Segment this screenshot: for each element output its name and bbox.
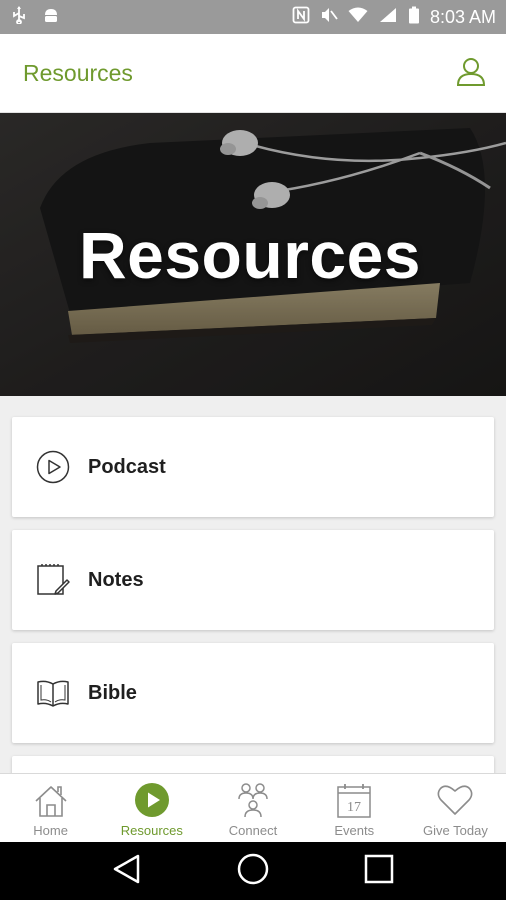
play-circle-icon (132, 780, 172, 820)
list-item-bible[interactable]: Bible (12, 643, 494, 743)
wifi-icon (348, 6, 368, 29)
calendar-icon: 17 (334, 780, 374, 820)
android-icon (42, 6, 60, 29)
tab-events[interactable]: 17 Events (304, 774, 405, 842)
mute-icon (320, 6, 338, 29)
list-item-podcast[interactable]: Podcast (12, 417, 494, 517)
status-left-icons (10, 5, 60, 29)
hero-title: Resources (78, 217, 421, 292)
person-icon (455, 55, 487, 92)
heart-icon (435, 780, 475, 820)
clock: 8:03 AM (429, 6, 496, 27)
battery-icon (408, 6, 420, 29)
tab-connect[interactable]: Connect (202, 774, 303, 842)
tab-resources[interactable]: Resources (101, 774, 202, 842)
hero-banner: Resources (0, 113, 506, 396)
tab-home[interactable]: Home (0, 774, 101, 842)
home-circle-icon (236, 852, 270, 891)
tab-label: Resources (120, 823, 183, 838)
recents-square-icon (363, 853, 395, 890)
app-screen: 8:03 AM Resources Resources Podcast Note… (0, 0, 506, 900)
bottom-tab-bar: Home Resources Connect 17 Events Give To… (0, 773, 506, 842)
list-item-label: Notes (88, 568, 144, 591)
usb-icon (10, 5, 28, 29)
back-button[interactable] (105, 849, 149, 893)
list-item-label: Bible (88, 681, 137, 704)
list-item-more[interactable] (12, 756, 494, 773)
app-bar: Resources (0, 34, 506, 113)
tab-label: Home (33, 823, 68, 838)
list-item-label: Podcast (88, 455, 166, 478)
back-triangle-icon (111, 853, 143, 890)
page-title: Resources (23, 59, 133, 86)
people-icon (233, 780, 273, 820)
profile-button[interactable] (454, 56, 488, 90)
home-button[interactable] (231, 849, 275, 893)
status-bar: 8:03 AM (0, 0, 506, 34)
tab-give-today[interactable]: Give Today (405, 774, 506, 842)
resources-list: Podcast Notes Bible (0, 396, 506, 773)
tab-label: Events (334, 823, 375, 838)
notepad-icon (36, 563, 70, 597)
signal-icon (378, 6, 398, 29)
system-nav-bar (0, 842, 506, 900)
calendar-day: 17 (347, 800, 361, 815)
house-icon (31, 780, 71, 820)
list-item-notes[interactable]: Notes (12, 530, 494, 630)
book-icon (36, 676, 70, 710)
play-circle-icon (36, 450, 70, 484)
tab-label: Give Today (423, 823, 488, 838)
tab-label: Connect (228, 823, 278, 838)
nfc-icon (292, 6, 310, 29)
status-right-icons: 8:03 AM (292, 6, 496, 29)
recents-button[interactable] (357, 849, 401, 893)
